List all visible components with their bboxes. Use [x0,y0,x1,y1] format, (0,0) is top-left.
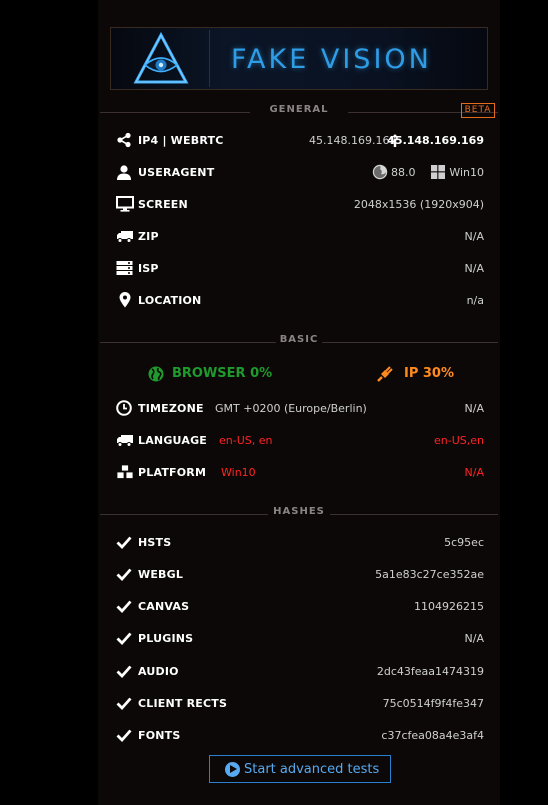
hash-row: AUDIO 2dc43feaa1474319 [116,662,484,682]
start-advanced-tests-label: Start advanced tests [244,762,380,777]
check-icon [116,598,134,616]
row-timezone: TIMEZONE GMT +0200 (Europe/Berlin) N/A [116,399,484,419]
hash-label: CANVAS [138,600,190,613]
hash-value: c37cfea08a4e3af4 [381,729,484,742]
browser-score-label: BROWSER 0% [172,366,273,381]
hash-row: CANVAS 1104926215 [116,597,484,617]
platform-browser-value: Win10 [221,466,256,479]
platform-ip-value: N/A [464,466,484,479]
check-icon [116,695,134,713]
ip-score-label: IP 30% [404,366,455,381]
logo-divider [209,30,210,87]
eye-triangle-logo-icon [133,32,189,84]
truck-icon [116,228,134,246]
section-header-basic: BASIC [100,334,498,352]
server-icon [116,260,134,278]
hash-label: PLUGINS [138,632,194,645]
hash-label: WEBGL [138,568,184,581]
browser-version: 88.0 [391,166,416,179]
check-icon [116,566,134,584]
row-label-isp: ISP [138,262,159,275]
truck-icon [116,432,134,450]
check-icon [116,534,134,552]
screen-value: 2048x1536 (1920x904) [353,198,484,211]
hash-row: CLIENT RECTS 75c0514f9f4fe347 [116,694,484,714]
section-header-general: GENERAL [100,104,498,122]
clock-icon [116,400,134,418]
logo-banner: FAKE VISION [110,27,488,90]
isp-value: N/A [464,262,484,275]
timezone-ip-value: N/A [464,402,484,415]
hash-value: 1104926215 [414,600,484,613]
language-ip-value: en-US,en [434,434,484,447]
hash-value: 5c95ec [444,536,484,549]
zip-value: N/A [464,230,484,243]
windows-icon [431,165,449,183]
play-icon [225,762,240,777]
map-pin-icon [119,292,137,310]
hash-row: FONTS c37cfea08a4e3af4 [116,726,484,746]
row-useragent: USERAGENT 88.0 Win10 [116,163,484,183]
share-icon [116,132,134,150]
monitor-icon [116,196,134,214]
row-label-zip: ZIP [138,230,159,243]
hash-value: N/A [464,632,484,645]
language-browser-value: en-US, en [219,434,273,447]
row-isp: ISP N/A [116,259,484,279]
row-label-language: LANGUAGE [138,434,208,447]
row-zip: ZIP N/A [116,227,484,247]
row-location: LOCATION n/a [116,291,484,311]
location-value: n/a [466,294,484,307]
firefox-icon [372,164,390,182]
check-icon [116,663,134,681]
row-platform: PLATFORM Win10 N/A [116,463,484,483]
webrtc-value: 45.148.169.169 [387,134,484,147]
cubes-icon [116,464,134,482]
section-title-basic: BASIC [279,334,319,345]
globe-icon [148,366,164,382]
row-label-useragent: USERAGENT [138,166,215,179]
hash-value: 75c0514f9f4fe347 [382,697,484,710]
row-label-timezone: TIMEZONE [138,402,204,415]
row-screen: SCREEN 2048x1536 (1920x904) [116,195,484,215]
row-label-screen: SCREEN [138,198,188,211]
beta-badge: BETA [461,103,495,118]
start-advanced-tests-button[interactable]: Start advanced tests [209,755,391,783]
hash-row: HSTS 5c95ec [116,533,484,553]
section-title-general: GENERAL [269,104,329,115]
os-value: Win10 [449,166,484,179]
row-label-location: LOCATION [138,294,202,307]
section-header-hashes: HASHES [100,506,498,524]
hash-row: WEBGL 5a1e83c27ce352ae [116,565,484,585]
ip4-value: 45.148.169.169 [309,134,397,147]
hash-value: 5a1e83c27ce352ae [375,568,484,581]
hash-label: CLIENT RECTS [138,697,228,710]
check-icon [116,630,134,648]
hash-row: PLUGINS N/A [116,629,484,649]
timezone-browser-value: GMT +0200 (Europe/Berlin) [215,402,367,415]
row-ip: IP4 | WEBRTC 45.148.169.169 45.148.169.1… [116,131,484,151]
user-icon [116,164,134,182]
check-icon [116,727,134,745]
section-title-hashes: HASHES [273,506,325,517]
row-label-platform: PLATFORM [138,466,207,479]
hash-label: HSTS [138,536,172,549]
row-language: LANGUAGE en-US, en en-US,en [116,431,484,451]
hash-value: 2dc43feaa1474319 [376,665,484,678]
row-label-ip: IP4 | WEBRTC [138,134,224,147]
hash-label: AUDIO [138,665,179,678]
plug-icon [377,366,393,382]
hash-label: FONTS [138,729,181,742]
logo-title: FAKE VISION [231,44,432,75]
